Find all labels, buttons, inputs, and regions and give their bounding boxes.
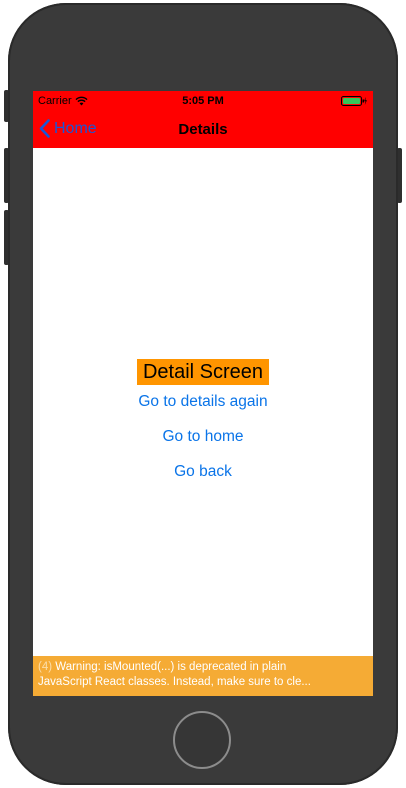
nav-title: Details bbox=[178, 121, 228, 138]
navigation-bar: Home Details bbox=[33, 111, 373, 148]
detail-screen-title: Detail Screen bbox=[137, 359, 269, 385]
warning-text-2: JavaScript React classes. Instead, make … bbox=[38, 676, 311, 688]
home-button[interactable] bbox=[173, 711, 231, 769]
warning-line-1: (4) Warning: isMounted(...) is deprecate… bbox=[38, 660, 369, 675]
go-to-home-button[interactable]: Go to home bbox=[33, 428, 373, 446]
warning-text-1: Warning: isMounted(...) is deprecated in… bbox=[55, 661, 287, 673]
go-to-details-again-button[interactable]: Go to details again bbox=[33, 393, 373, 411]
device-screen: Carrier 5:05 PM Home Details Detail Scre… bbox=[33, 91, 373, 696]
clock: 5:05 PM bbox=[182, 95, 224, 107]
go-back-button[interactable]: Go back bbox=[33, 463, 373, 481]
yellow-box-warning[interactable]: (4) Warning: isMounted(...) is deprecate… bbox=[33, 656, 373, 696]
status-bar: Carrier 5:05 PM bbox=[33, 91, 373, 111]
battery-icon bbox=[341, 96, 367, 106]
detail-content: Detail Screen Go to details again Go to … bbox=[33, 148, 373, 656]
warning-count: (4) bbox=[38, 661, 53, 673]
